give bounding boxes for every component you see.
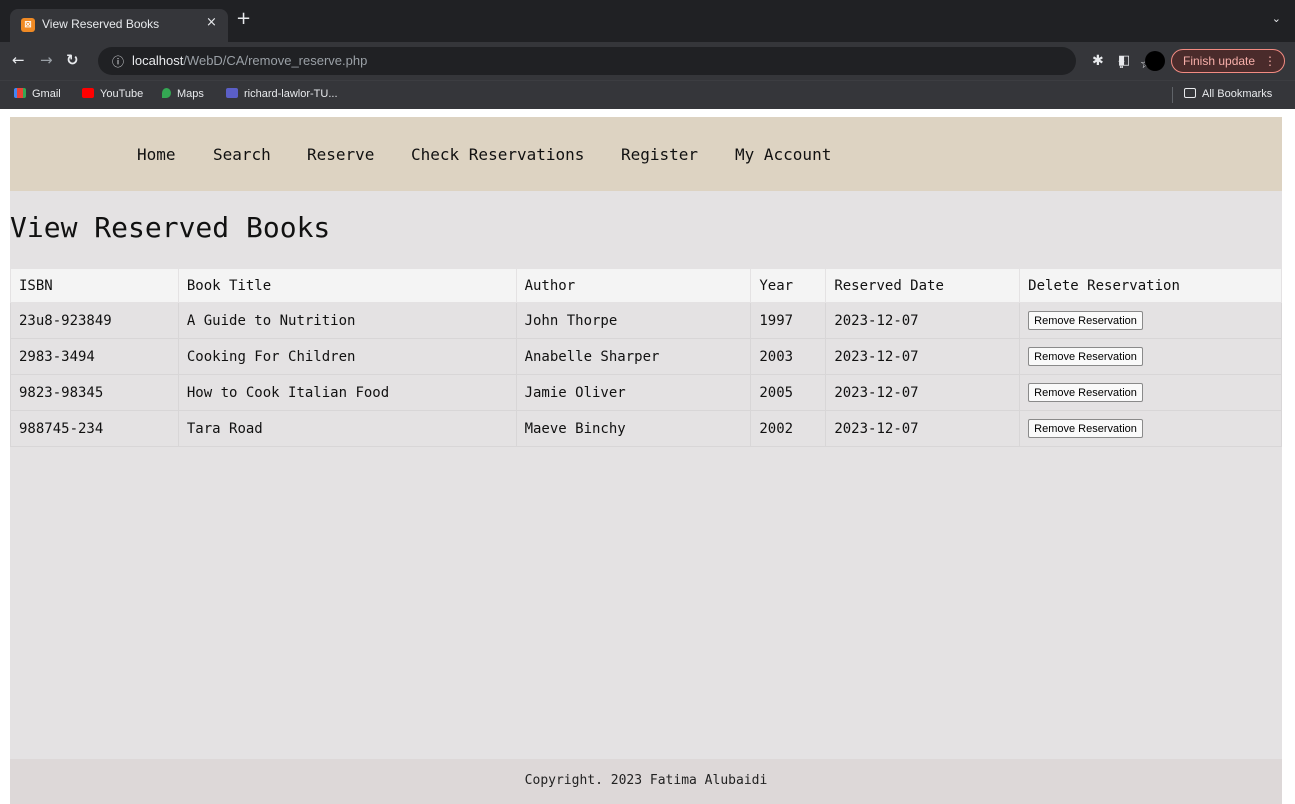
table-row: 9823-98345 How to Cook Italian Food Jami… xyxy=(10,374,1282,411)
finish-update-button[interactable]: Finish update ⋮ xyxy=(1171,49,1285,73)
browser-tab-bar: ⊠ View Reserved Books × + ⌄ xyxy=(0,0,1295,42)
profile-avatar[interactable] xyxy=(1145,51,1165,71)
header-book-title: Book Title xyxy=(177,268,517,303)
gmail-icon xyxy=(14,88,26,98)
site-navigation: Home Search Reserve Check Reservations R… xyxy=(10,117,1282,191)
table-row: 988745-234 Tara Road Maeve Binchy 2002 2… xyxy=(10,410,1282,447)
cell-year: 2005 xyxy=(750,374,827,411)
cell-action: Remove Reservation xyxy=(1019,374,1282,411)
nav-home[interactable]: Home xyxy=(137,145,176,164)
header-year: Year xyxy=(750,268,827,303)
copyright-text: Copyright. 2023 Fatima Alubaidi xyxy=(524,773,768,788)
cell-reserved-date: 2023-12-07 xyxy=(825,338,1021,375)
header-reserved-date: Reserved Date xyxy=(825,268,1021,303)
bookmark-maps[interactable]: Maps xyxy=(162,88,204,100)
header-author: Author xyxy=(515,268,752,303)
tab-search-chevron-icon[interactable]: ⌄ xyxy=(1272,12,1281,25)
cell-author: Maeve Binchy xyxy=(515,410,752,447)
teams-icon xyxy=(226,88,238,98)
all-bookmarks[interactable]: All Bookmarks xyxy=(1184,88,1272,100)
header-isbn: ISBN xyxy=(10,268,179,303)
youtube-icon xyxy=(82,88,94,98)
bookmark-gmail[interactable]: Gmail xyxy=(14,88,61,100)
cell-title: Tara Road xyxy=(177,410,517,447)
remove-reservation-button[interactable]: Remove Reservation xyxy=(1028,347,1143,366)
cell-title: Cooking For Children xyxy=(177,338,517,375)
nav-check-reservations[interactable]: Check Reservations xyxy=(411,145,584,164)
cell-title: How to Cook Italian Food xyxy=(177,374,517,411)
kebab-menu-icon: ⋮ xyxy=(1264,54,1276,68)
cell-title: A Guide to Nutrition xyxy=(177,302,517,339)
cell-isbn: 2983-3494 xyxy=(10,338,179,375)
cell-reserved-date: 2023-12-07 xyxy=(825,302,1021,339)
tab-close-icon[interactable]: × xyxy=(206,15,217,30)
cell-year: 2003 xyxy=(750,338,827,375)
table-row: 2983-3494 Cooking For Children Anabelle … xyxy=(10,338,1282,375)
bookmarks-divider xyxy=(1172,87,1173,103)
bookmark-youtube[interactable]: YouTube xyxy=(82,88,143,100)
cell-isbn: 9823-98345 xyxy=(10,374,179,411)
table-header-row: ISBN Book Title Author Year Reserved Dat… xyxy=(10,268,1282,303)
cell-action: Remove Reservation xyxy=(1019,410,1282,447)
remove-reservation-button[interactable]: Remove Reservation xyxy=(1028,311,1143,330)
nav-my-account[interactable]: My Account xyxy=(735,145,831,164)
address-bar[interactable]: ⓘ localhost/WebD/CA/remove_reserve.php ⇪… xyxy=(98,47,1152,75)
cell-reserved-date: 2023-12-07 xyxy=(825,410,1021,447)
cell-author: Anabelle Sharper xyxy=(515,338,752,375)
header-delete-reservation: Delete Reservation xyxy=(1019,268,1282,303)
cell-author: John Thorpe xyxy=(515,302,752,339)
cell-year: 1997 xyxy=(750,302,827,339)
cell-year: 2002 xyxy=(750,410,827,447)
cell-isbn: 988745-234 xyxy=(10,410,179,447)
table-row: 23u8-923849 A Guide to Nutrition John Th… xyxy=(10,302,1282,339)
nav-reserve[interactable]: Reserve xyxy=(307,145,374,164)
folder-icon xyxy=(1184,88,1196,98)
remove-reservation-button[interactable]: Remove Reservation xyxy=(1028,419,1143,438)
nav-search[interactable]: Search xyxy=(213,145,271,164)
reservations-table: ISBN Book Title Author Year Reserved Dat… xyxy=(10,268,1282,447)
bookmarks-bar: Gmail YouTube Maps richard-lawlor-TU... … xyxy=(0,80,1295,109)
reload-icon[interactable]: ↻ xyxy=(66,52,79,68)
remove-reservation-button[interactable]: Remove Reservation xyxy=(1028,383,1143,402)
info-icon[interactable]: ⓘ xyxy=(112,53,124,70)
cell-isbn: 23u8-923849 xyxy=(10,302,179,339)
back-icon[interactable]: ← xyxy=(12,52,25,68)
xampp-favicon-icon: ⊠ xyxy=(21,18,35,32)
browser-tab[interactable]: ⊠ View Reserved Books × xyxy=(10,9,228,42)
sidepanel-icon[interactable]: ◧ xyxy=(1118,53,1130,69)
bookmark-richard-lawlor[interactable]: richard-lawlor-TU... xyxy=(226,88,338,100)
web-page: Home Search Reserve Check Reservations R… xyxy=(0,109,1295,804)
main-content: View Reserved Books ISBN Book Title Auth… xyxy=(10,191,1282,759)
cell-author: Jamie Oliver xyxy=(515,374,752,411)
site-footer: Copyright. 2023 Fatima Alubaidi xyxy=(10,759,1282,804)
new-tab-icon[interactable]: + xyxy=(236,10,251,28)
cell-action: Remove Reservation xyxy=(1019,338,1282,375)
tab-title: View Reserved Books xyxy=(42,17,160,31)
browser-toolbar: ← → ↻ ⓘ localhost/WebD/CA/remove_reserve… xyxy=(0,42,1295,80)
extensions-icon[interactable]: ✱ xyxy=(1092,53,1104,69)
page-title: View Reserved Books xyxy=(10,211,331,244)
url-text[interactable]: localhost/WebD/CA/remove_reserve.php xyxy=(132,53,367,68)
cell-action: Remove Reservation xyxy=(1019,302,1282,339)
forward-icon[interactable]: → xyxy=(40,52,53,68)
cell-reserved-date: 2023-12-07 xyxy=(825,374,1021,411)
maps-pin-icon xyxy=(162,88,171,98)
nav-register[interactable]: Register xyxy=(621,145,698,164)
